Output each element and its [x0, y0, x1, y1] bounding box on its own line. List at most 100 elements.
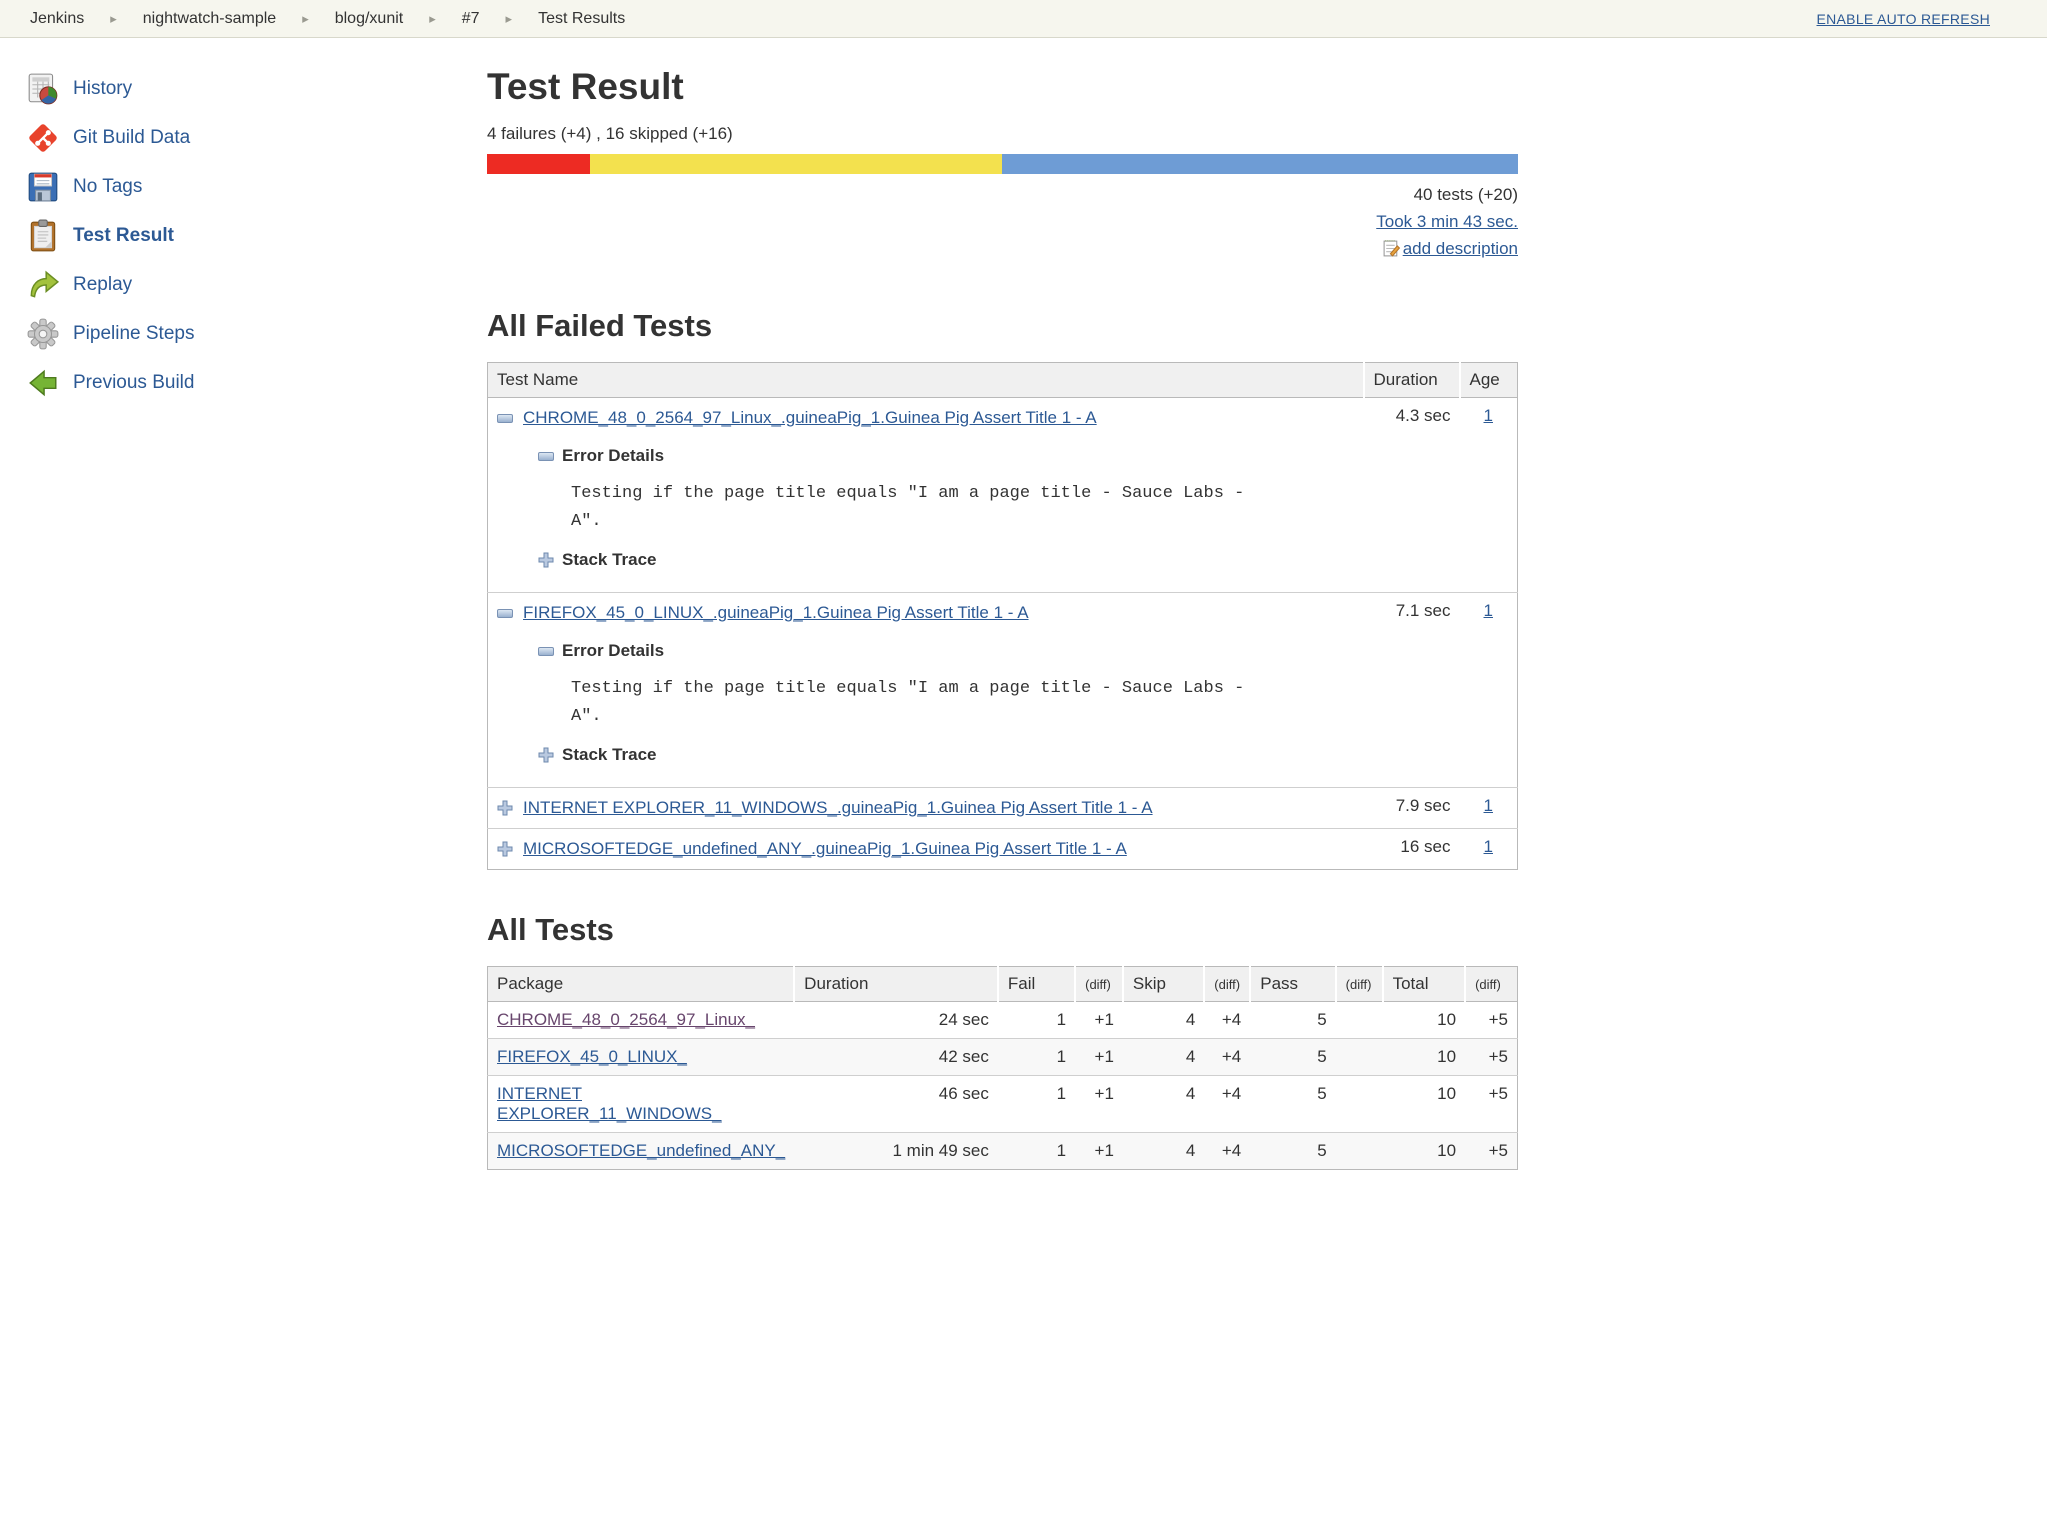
column-header-fail-diff: (diff): [1074, 966, 1123, 1002]
package-fail-diff: +1: [1075, 1001, 1123, 1039]
failed-tests-table: Test Name Duration Age CHROME_48_0_2564_…: [487, 362, 1518, 870]
breadcrumb-bar: Jenkins ▸ nightwatch-sample ▸ blog/xunit…: [0, 0, 2047, 38]
package-fail: 1: [997, 1132, 1076, 1170]
package-fail: 1: [997, 1038, 1076, 1076]
column-header-duration[interactable]: Duration: [793, 966, 998, 1002]
failed-test-age-link[interactable]: 1: [1484, 406, 1493, 425]
package-total: 10: [1382, 1075, 1466, 1133]
package-pass: 5: [1250, 1132, 1336, 1170]
main-content: Test Result 4 failures (+4) , 16 skipped…: [487, 38, 1518, 1170]
all-tests-heading: All Tests: [487, 912, 614, 947]
failed-test-duration: 7.9 sec: [1363, 787, 1460, 829]
column-header-skip[interactable]: Skip: [1121, 966, 1205, 1002]
package-link[interactable]: MICROSOFTEDGE_undefined_ANY_: [497, 1141, 785, 1160]
took-duration-link[interactable]: Took 3 min 43 sec.: [1376, 212, 1518, 231]
column-header-age[interactable]: Age: [1458, 362, 1518, 398]
failed-test-link[interactable]: CHROME_48_0_2564_97_Linux_.guineaPig_1.G…: [523, 408, 1097, 428]
failed-test-row: CHROME_48_0_2564_97_Linux_.guineaPig_1.G…: [487, 397, 1518, 593]
sidebar-item-pipeline-steps[interactable]: Pipeline Steps: [26, 309, 487, 358]
failed-test-link[interactable]: MICROSOFTEDGE_undefined_ANY_.guineaPig_1…: [523, 839, 1127, 859]
column-header-duration[interactable]: Duration: [1362, 362, 1460, 398]
sidebar-item-test-result[interactable]: Test Result: [26, 211, 487, 260]
package-total-diff: +5: [1465, 1001, 1518, 1039]
column-header-skip-diff: (diff): [1203, 966, 1251, 1002]
breadcrumb-branch[interactable]: blog/xunit: [335, 10, 404, 28]
package-duration: 46 sec: [794, 1075, 998, 1133]
package-fail: 1: [997, 1075, 1076, 1133]
column-header-package[interactable]: Package: [487, 966, 795, 1002]
sidebar-item-label: Test Result: [73, 224, 175, 246]
add-description-link[interactable]: add description: [1403, 235, 1518, 262]
breadcrumb-test-results[interactable]: Test Results: [538, 10, 625, 28]
stack-trace-label: Stack Trace: [562, 745, 657, 764]
failed-test-link[interactable]: INTERNET EXPLORER_11_WINDOWS_.guineaPig_…: [523, 798, 1153, 818]
package-total: 10: [1382, 1038, 1466, 1076]
sidebar-item-history[interactable]: History: [26, 64, 487, 113]
sidebar-item-previous-build[interactable]: Previous Build: [26, 358, 487, 407]
package-pass: 5: [1250, 1001, 1336, 1039]
sidebar-item-label: Pipeline Steps: [73, 322, 195, 344]
package-fail-diff: +1: [1075, 1075, 1123, 1133]
package-total: 10: [1382, 1132, 1466, 1170]
column-header-test-name[interactable]: Test Name: [487, 362, 1364, 398]
package-pass: 5: [1250, 1038, 1336, 1076]
save-icon: [28, 172, 58, 201]
sidebar-item-label: Previous Build: [73, 371, 195, 393]
expand-icon[interactable]: [538, 747, 554, 763]
sidebar-item-git-build-data[interactable]: Git Build Data: [26, 113, 487, 162]
tests-count: 40 tests (+20): [1413, 185, 1518, 204]
package-skip-diff: +4: [1204, 1038, 1251, 1076]
sidebar-item-replay[interactable]: Replay: [26, 260, 487, 309]
replay-icon: [30, 270, 60, 298]
package-total: 10: [1382, 1001, 1466, 1039]
test-result-bar: [487, 154, 1518, 174]
failed-test-duration: 16 sec: [1363, 828, 1460, 870]
breadcrumb-jenkins[interactable]: Jenkins: [30, 10, 84, 28]
package-duration: 42 sec: [794, 1038, 998, 1076]
package-pass-diff: [1335, 1038, 1383, 1076]
failed-test-link[interactable]: FIREFOX_45_0_LINUX_.guineaPig_1.Guinea P…: [523, 603, 1029, 623]
failed-test-age-link[interactable]: 1: [1484, 796, 1493, 815]
package-link[interactable]: FIREFOX_45_0_LINUX_: [497, 1047, 687, 1066]
failed-test-duration: 7.1 sec: [1363, 592, 1460, 788]
breadcrumb-job[interactable]: nightwatch-sample: [143, 10, 276, 28]
edit-description-icon: [1383, 240, 1400, 257]
failed-test-age-link[interactable]: 1: [1484, 601, 1493, 620]
package-skip: 4: [1122, 1001, 1205, 1039]
package-pass: 5: [1250, 1075, 1336, 1133]
sidebar: History Git Build Data No Tags Test Resu…: [0, 38, 487, 1170]
failures-summary: 4 failures (+4) , 16 skipped (+16): [487, 124, 733, 143]
collapse-icon[interactable]: [538, 646, 554, 656]
failed-bar-segment: [487, 154, 591, 174]
collapse-icon[interactable]: [497, 608, 513, 618]
package-link[interactable]: CHROME_48_0_2564_97_Linux_: [497, 1010, 755, 1029]
package-row: MICROSOFTEDGE_undefined_ANY_ 1 min 49 se…: [487, 1132, 1518, 1170]
package-link[interactable]: INTERNET EXPLORER_11_WINDOWS_: [497, 1084, 722, 1123]
breadcrumb-build-number[interactable]: #7: [462, 10, 480, 28]
failed-test-age-link[interactable]: 1: [1484, 837, 1493, 856]
gear-icon: [27, 318, 59, 349]
package-skip-diff: +4: [1204, 1001, 1251, 1039]
error-details-label: Error Details: [562, 641, 665, 660]
failed-test-row: INTERNET EXPLORER_11_WINDOWS_.guineaPig_…: [487, 787, 1518, 829]
expand-icon[interactable]: [497, 841, 513, 857]
column-header-fail[interactable]: Fail: [996, 966, 1076, 1002]
stack-trace-label: Stack Trace: [562, 550, 657, 569]
expand-icon[interactable]: [538, 552, 554, 568]
sidebar-item-label: History: [73, 77, 133, 99]
collapse-icon[interactable]: [497, 413, 513, 423]
breadcrumb: Jenkins ▸ nightwatch-sample ▸ blog/xunit…: [30, 10, 625, 28]
package-skip: 4: [1122, 1038, 1205, 1076]
enable-auto-refresh-link[interactable]: ENABLE AUTO REFRESH: [1817, 11, 1991, 27]
package-total-diff: +5: [1465, 1038, 1518, 1076]
package-fail: 1: [997, 1001, 1076, 1039]
column-header-pass[interactable]: Pass: [1249, 966, 1336, 1002]
package-duration: 1 min 49 sec: [794, 1132, 998, 1170]
sidebar-item-no-tags[interactable]: No Tags: [26, 162, 487, 211]
expand-icon[interactable]: [497, 800, 513, 816]
package-fail-diff: +1: [1075, 1132, 1123, 1170]
collapse-icon[interactable]: [538, 451, 554, 461]
failed-test-duration: 4.3 sec: [1363, 397, 1460, 593]
package-row: INTERNET EXPLORER_11_WINDOWS_ 46 sec 1 +…: [487, 1075, 1518, 1133]
column-header-total[interactable]: Total: [1381, 966, 1466, 1002]
